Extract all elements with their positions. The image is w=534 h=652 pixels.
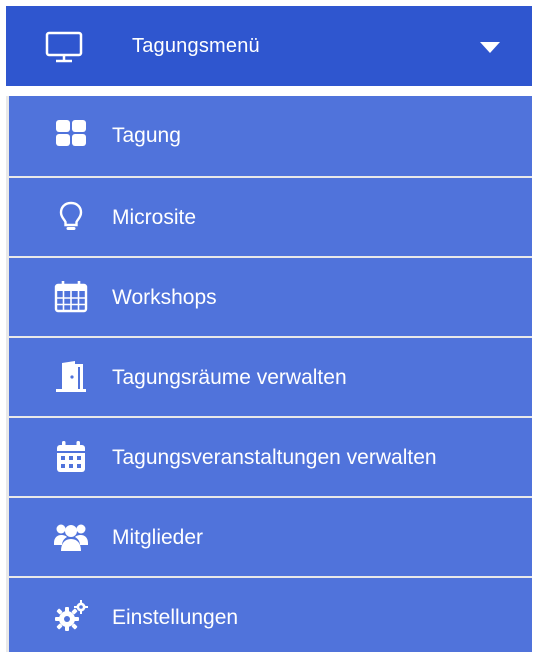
lightbulb-icon: [59, 201, 83, 230]
menu-header[interactable]: Tagungsmenü: [6, 6, 532, 86]
menu-item-mitglieder[interactable]: Mitglieder: [9, 496, 532, 576]
menu-item-label: Einstellungen: [112, 606, 239, 629]
menu-item-tagung[interactable]: Tagung: [9, 96, 532, 176]
users-icon: [54, 524, 88, 551]
gears-icon: [55, 600, 88, 631]
menu-item-label: Workshops: [112, 286, 217, 309]
caret-down-icon[interactable]: [480, 42, 500, 54]
menu-item-label: Tagungsräume verwalten: [112, 366, 347, 389]
menu-list: Tagung Microsite Workshops Tagungsräume …: [6, 96, 532, 652]
calendar-grid-icon: [54, 281, 88, 313]
menu-item-label: Mitglieder: [112, 526, 204, 549]
menu-item-microsite[interactable]: Microsite: [9, 176, 532, 256]
menu-item-tagungsveranstaltungen[interactable]: Tagungsveranstaltungen verwalten: [9, 416, 532, 496]
monitor-icon: [45, 31, 83, 63]
calendar-icon: [57, 441, 85, 472]
menu-item-label: Microsite: [112, 206, 197, 229]
menu-item-tagungsraeume[interactable]: Tagungsräume verwalten: [9, 336, 532, 416]
menu-item-label: Tagungsveranstaltungen verwalten: [112, 446, 437, 469]
menu-item-einstellungen[interactable]: Einstellungen: [9, 576, 532, 652]
grid-icon: [56, 120, 86, 146]
door-icon: [56, 361, 86, 392]
menu-header-title: Tagungsmenü: [132, 35, 260, 57]
menu-item-label: Tagung: [112, 124, 181, 147]
menu-item-workshops[interactable]: Workshops: [9, 256, 532, 336]
